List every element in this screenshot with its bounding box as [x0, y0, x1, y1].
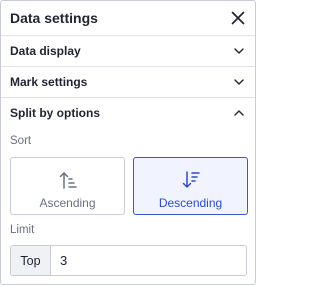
sort-ascending-icon [57, 169, 79, 191]
section-mark-settings[interactable]: Mark settings [1, 66, 255, 97]
sort-descending-button[interactable]: Descending [133, 157, 248, 215]
limit-prefix-top: Top [11, 246, 51, 275]
chevron-down-icon [233, 76, 245, 88]
close-icon-glyph [231, 11, 245, 25]
chevron-up-icon [233, 107, 245, 119]
limit-label: Limit [10, 224, 35, 236]
sort-descending-icon [180, 169, 202, 191]
close-icon[interactable] [229, 9, 247, 27]
section-label-data-display: Data display [10, 44, 81, 58]
section-split-by-options[interactable]: Split by options [1, 97, 255, 128]
limit-field: Top [10, 245, 247, 276]
data-settings-panel: Data settings Data display Mark settings… [0, 0, 256, 285]
panel-title: Data settings [10, 10, 98, 26]
section-label-split-by-options: Split by options [10, 106, 100, 120]
panel-header: Data settings [1, 1, 255, 35]
sort-descending-label: Descending [158, 196, 223, 210]
chevron-down-icon [233, 45, 245, 57]
sort-ascending-label: Ascending [39, 196, 96, 210]
limit-input[interactable] [51, 246, 246, 275]
section-data-display[interactable]: Data display [1, 35, 255, 66]
sort-ascending-button[interactable]: Ascending [10, 157, 125, 215]
sort-label: Sort [10, 135, 32, 147]
section-label-mark-settings: Mark settings [10, 75, 88, 89]
